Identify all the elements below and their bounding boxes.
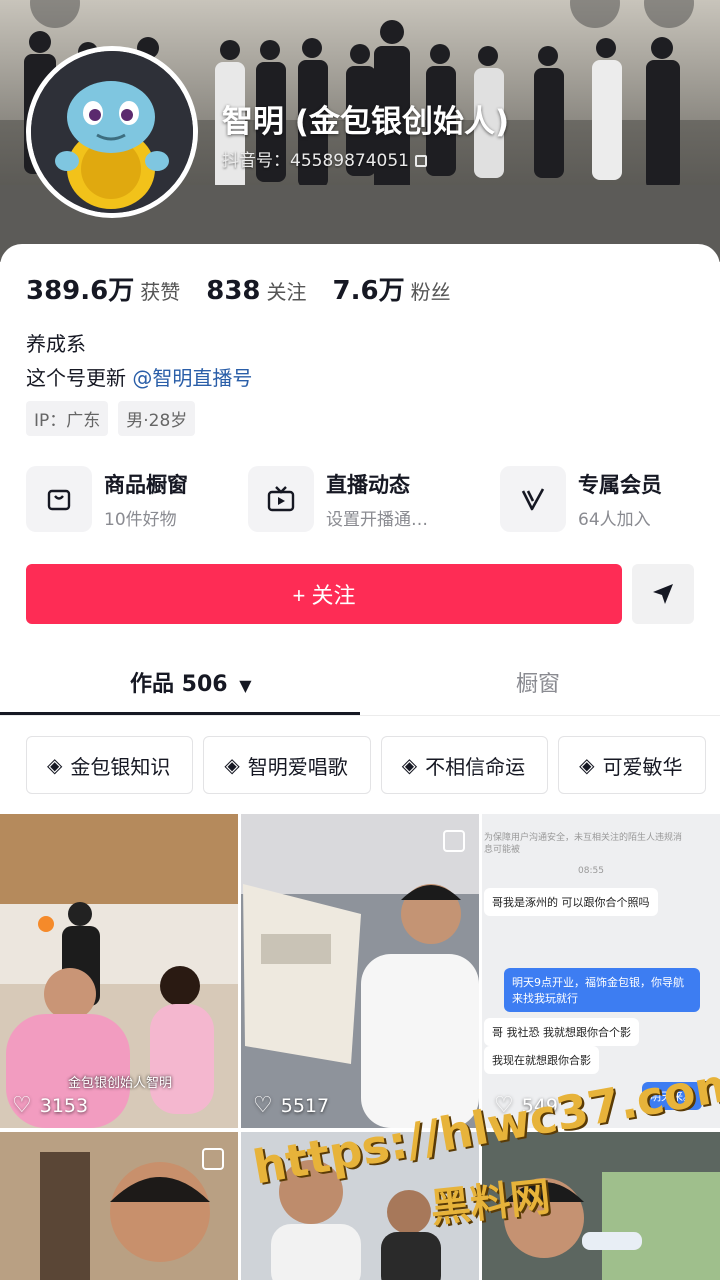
- service-subtitle: 设置开播通…: [326, 509, 428, 530]
- top-bar: [0, 0, 720, 28]
- stat-followers[interactable]: 7.6万 粉丝: [333, 270, 451, 307]
- tag-gender-age: 男·28岁: [118, 401, 196, 436]
- stat-label: 关注: [266, 280, 307, 304]
- stat-label: 获赞: [140, 280, 181, 304]
- profile-nickname: 智明 (金包银创始人): [222, 104, 510, 140]
- collection-label: 不相信命运: [425, 754, 526, 779]
- video-thumbnail[interactable]: 金包银创始人智明 ♡ 3153: [0, 814, 238, 1128]
- stat-likes[interactable]: 389.6万 获赞: [26, 270, 180, 307]
- stat-value: 389.6万: [26, 276, 135, 306]
- service-title: 专属会员: [578, 472, 662, 497]
- video-caption: 金包银创始人智明: [68, 1076, 173, 1091]
- douyin-id[interactable]: 抖音号：45589874051: [222, 146, 427, 171]
- follow-button[interactable]: + 关注: [26, 564, 622, 624]
- layers-icon: ◈: [401, 753, 418, 777]
- more-button[interactable]: [644, 0, 694, 28]
- service-subtitle: 64人加入: [578, 509, 651, 530]
- chat-time: 08:55: [578, 866, 604, 876]
- service-live[interactable]: 直播动态 设置开播通…: [248, 464, 428, 534]
- tab-shop-window[interactable]: 橱窗: [516, 666, 560, 698]
- services-row: 商品橱窗 10件好物 直播动态 设置开播通… 专属会员 64人加入: [26, 464, 706, 534]
- stat-following[interactable]: 838 关注: [206, 276, 306, 306]
- tab-works[interactable]: 作品 506 ▼: [130, 666, 252, 698]
- like-count: ♡ 5517: [253, 1093, 329, 1118]
- bio-text: 这个号更新: [26, 366, 126, 390]
- service-membership[interactable]: 专属会员 64人加入: [500, 464, 662, 534]
- collection-label: 金包银知识: [70, 754, 171, 779]
- avatar[interactable]: [26, 46, 198, 218]
- stat-label: 粉丝: [410, 280, 451, 304]
- chat-message: 明天9点开业，福饰金包银，你导航来找我玩就行: [504, 968, 700, 1012]
- chat-message: 哥我是涿州的 可以跟你合个照吗: [484, 888, 658, 916]
- collection-chip[interactable]: ◈ 不相信命运: [380, 736, 549, 794]
- stat-value: 7.6万: [332, 276, 405, 306]
- service-subtitle: 10件好物: [104, 509, 177, 530]
- multi-image-icon: [443, 830, 465, 852]
- bio-mention-link[interactable]: @智明直播号: [132, 366, 252, 390]
- stats-row: 389.6万 获赞 838 关注 7.6万 粉丝: [26, 270, 477, 307]
- service-title: 直播动态: [326, 472, 410, 497]
- stat-value: 838: [206, 276, 261, 306]
- collection-label: 可爱敏华: [602, 754, 683, 779]
- like-count: ♡ 3153: [12, 1093, 88, 1118]
- video-thumbnail[interactable]: ♡ 5517: [241, 814, 479, 1128]
- like-number: 3153: [39, 1094, 89, 1117]
- back-button[interactable]: [30, 0, 80, 28]
- video-thumbnail[interactable]: [0, 1132, 238, 1280]
- heart-icon: ♡: [253, 1093, 273, 1118]
- service-title: 商品橱窗: [104, 472, 188, 497]
- send-icon: [653, 584, 673, 604]
- service-shop-window[interactable]: 商品橱窗 10件好物: [26, 464, 188, 534]
- thumbnail-image: [241, 814, 479, 1128]
- vip-v-icon: [500, 466, 566, 532]
- layers-icon: ◈: [579, 753, 595, 777]
- collection-label: 智明爱唱歌: [247, 754, 348, 779]
- like-number: 5517: [280, 1094, 330, 1117]
- bio-line-2: 这个号更新 @智明直播号: [26, 362, 252, 391]
- active-tab-indicator: [0, 712, 360, 715]
- douyin-id-text: 抖音号：45589874051: [222, 151, 409, 171]
- caret-down-icon: ▼: [239, 676, 252, 695]
- layers-icon: ◈: [224, 753, 240, 777]
- chat-message: 我现在就想跟你合影: [484, 1046, 599, 1074]
- collection-chip[interactable]: ◈ 金包银知识: [26, 736, 194, 794]
- live-tv-icon: [248, 466, 314, 532]
- chat-notice: 为保障用户沟通安全，未互相关注的陌生人违规消息可能被: [484, 833, 683, 855]
- heart-icon: ♡: [12, 1093, 32, 1118]
- shopping-bag-icon: [26, 466, 92, 532]
- collection-chip[interactable]: ◈ 可爱敏华: [558, 736, 706, 794]
- tab-label: 作品 506: [130, 672, 228, 697]
- squirtle-avatar-icon: [31, 51, 193, 213]
- content-tabs: 作品 506 ▼ 橱窗: [0, 652, 720, 716]
- chat-message: 哥 我社恐 我就想跟你合个影: [484, 1018, 639, 1046]
- copy-icon[interactable]: [414, 155, 427, 167]
- profile-tags: IP：广东 男·28岁: [26, 401, 205, 436]
- layers-icon: ◈: [47, 753, 63, 777]
- collections-row: ◈ 金包银知识 ◈ 智明爱唱歌 ◈ 不相信命运 ◈ 可爱敏华: [26, 736, 716, 794]
- search-button[interactable]: [570, 0, 620, 28]
- collection-chip[interactable]: ◈ 智明爱唱歌: [203, 736, 371, 794]
- multi-image-icon: [202, 1148, 224, 1170]
- video-grid: 金包银创始人智明 ♡ 3153 ♡ 5517 为保障用户沟通安全，未互相关注的陌生人…: [0, 814, 720, 1280]
- share-button[interactable]: [632, 564, 694, 624]
- tag-ip-location: IP：广东: [26, 401, 109, 436]
- bio-line-1: 养成系: [26, 332, 86, 356]
